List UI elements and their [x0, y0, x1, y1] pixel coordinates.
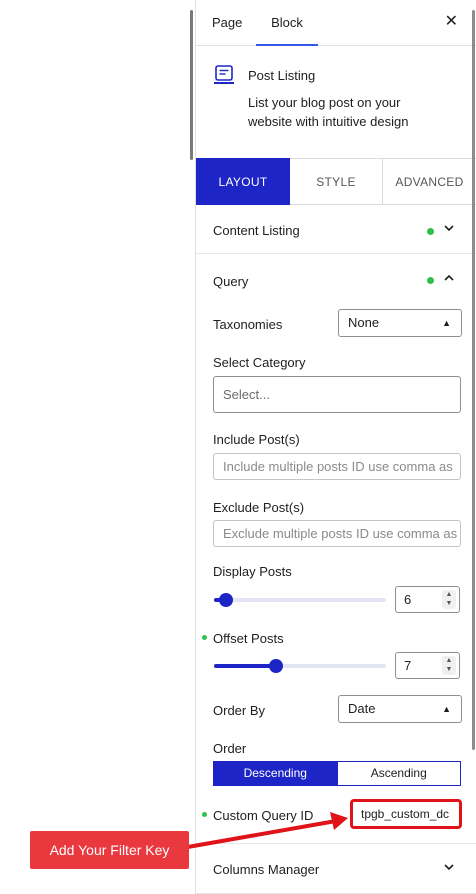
annotation-callout: Add Your Filter Key — [30, 831, 189, 869]
annotation-arrow — [181, 812, 348, 850]
